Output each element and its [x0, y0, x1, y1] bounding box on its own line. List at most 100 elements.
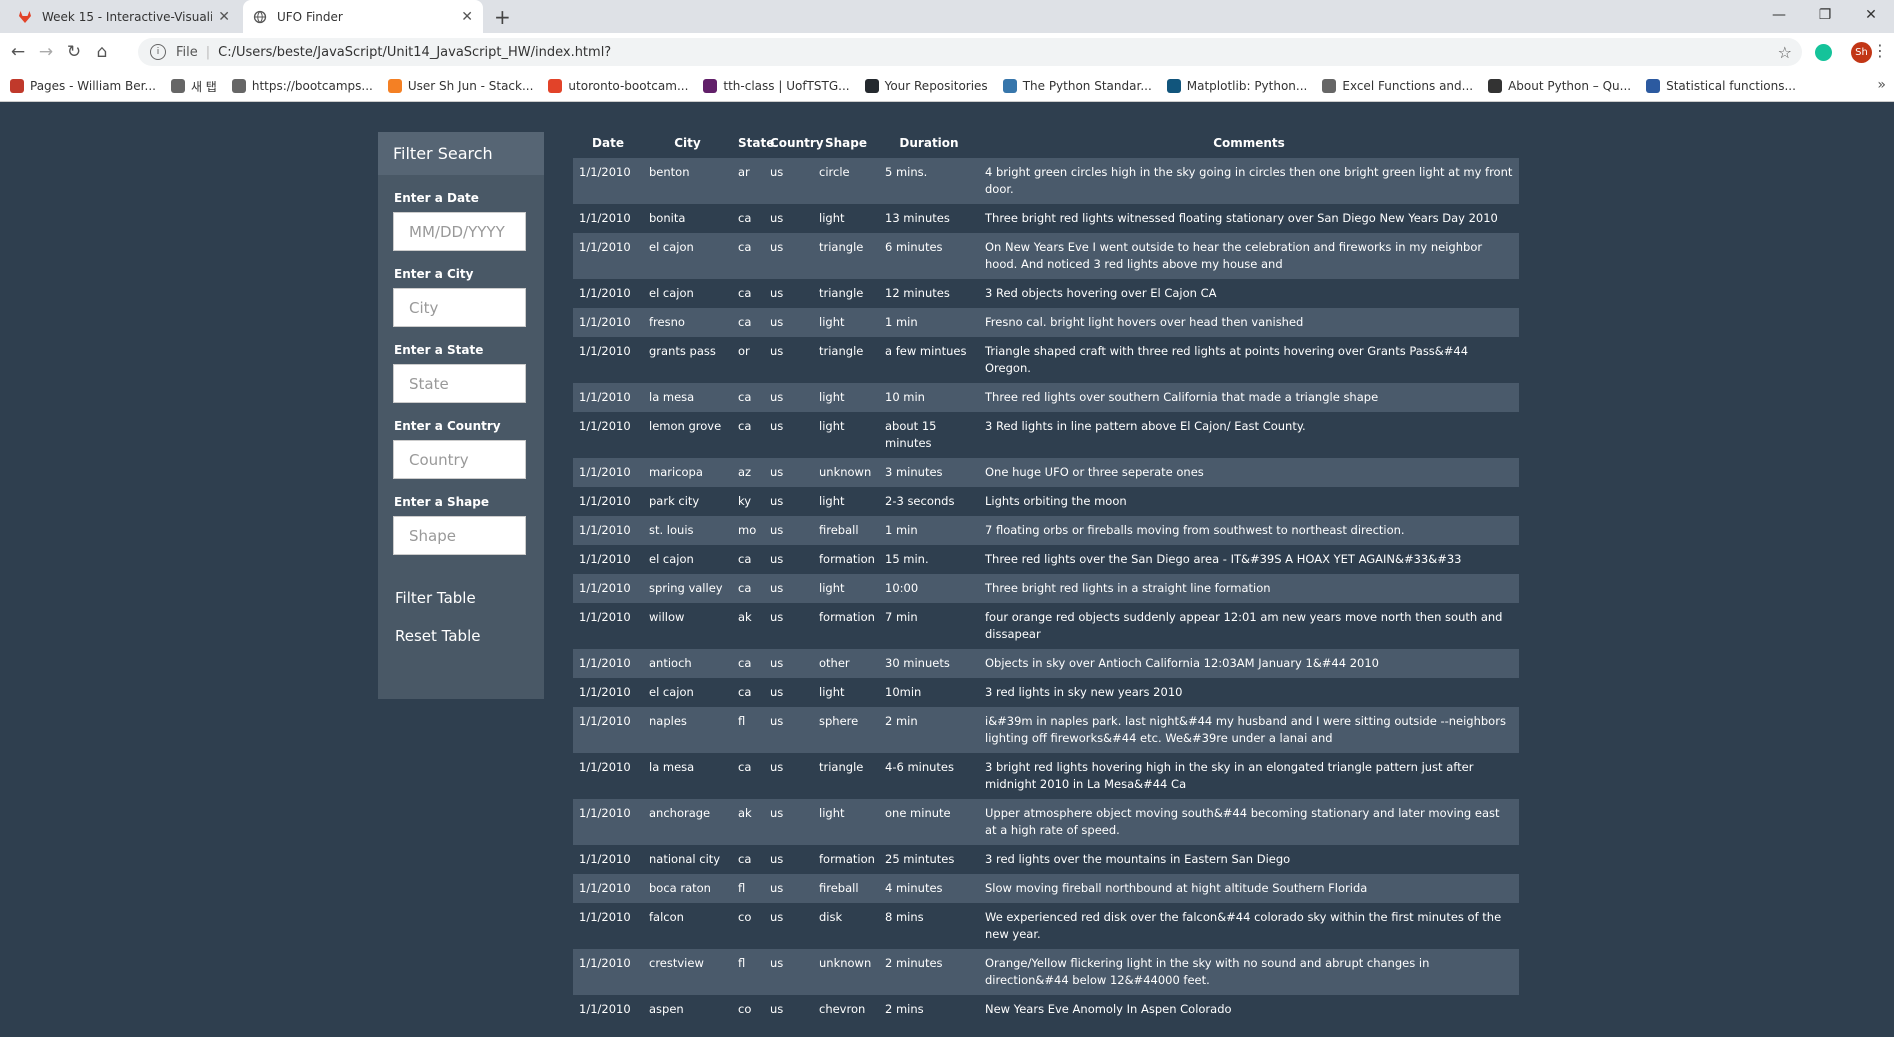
cell-duration: a few mintues [885, 344, 967, 358]
forward-arrow-icon[interactable]: → [32, 42, 60, 62]
profile-avatar[interactable]: Sh [1851, 42, 1872, 63]
shape-input[interactable] [393, 516, 526, 555]
cell-city: grants pass [649, 344, 716, 358]
cell-comments: Three bright red lights witnessed floati… [985, 211, 1498, 225]
close-tab-icon[interactable]: ✕ [218, 9, 230, 25]
cell-shape: formation [819, 552, 875, 566]
back-arrow-icon[interactable]: ← [4, 42, 32, 62]
cell-state: ca [738, 685, 752, 699]
date-input[interactable] [393, 212, 526, 251]
reset-table-button[interactable]: Reset Table [395, 627, 544, 645]
cell-duration: 7 min [885, 610, 918, 624]
browser-tab-strip: Week 15 - Interactive-Visualizatic ✕ UFO… [0, 0, 1894, 33]
menu-dots-icon[interactable]: ⋮ [1872, 41, 1888, 60]
shape-label: Enter a Shape [394, 495, 489, 509]
cell-date: 1/1/2010 [579, 910, 631, 924]
cell-city: lemon grove [649, 419, 722, 433]
cell-country: us [770, 760, 784, 774]
cell-date: 1/1/2010 [579, 956, 631, 970]
home-icon[interactable]: ⌂ [88, 42, 116, 62]
cell-city: el cajon [649, 286, 694, 300]
scipy-icon [1646, 79, 1661, 93]
date-label: Enter a Date [394, 191, 479, 205]
state-input[interactable] [393, 364, 526, 403]
cell-shape: circle [819, 165, 850, 179]
cell-comments: On New Years Eve I went outside to hear … [985, 240, 1483, 271]
table-body: 1/1/2010 benton ar us circle 5 mins. 4 bright … [573, 158, 1519, 1024]
cell-comments: 3 Red lights in line pattern above El Ca… [985, 419, 1306, 433]
cell-state: ak [738, 610, 752, 624]
column-header-duration: Duration [899, 136, 959, 150]
bookmark-label: Your Repositories [884, 79, 988, 93]
cell-comments: Slow moving fireball northbound at hight… [985, 881, 1368, 895]
bookmark-item[interactable]: Pages - William Ber... [10, 79, 156, 93]
bookmarks-bar: Pages - William Ber... 새 탭 https://bootcam… [0, 71, 1894, 102]
info-icon[interactable]: i [150, 44, 166, 60]
cell-shape: light [819, 685, 845, 699]
cell-state: co [738, 1002, 752, 1016]
table-row: 1/1/2010 maricopa az us unknown 3 minutes One … [573, 458, 1519, 487]
cell-shape: light [819, 390, 845, 404]
bookmark-item[interactable]: User Sh Jun - Stack... [387, 79, 534, 93]
globe-icon [1322, 79, 1337, 93]
bookmark-item[interactable]: https://bootcamps... [231, 79, 373, 93]
bookmark-item[interactable]: Matplotlib: Python... [1166, 79, 1307, 93]
cell-date: 1/1/2010 [579, 852, 631, 866]
restore-icon[interactable]: ❐ [1802, 0, 1848, 33]
url-text[interactable]: C:/Users/beste/JavaScript/Unit14_JavaScr… [218, 45, 611, 60]
table-row: 1/1/2010 el cajon ca us light 10min 3 red ligh… [573, 678, 1519, 707]
cell-shape: triangle [819, 760, 864, 774]
bookmark-item[interactable]: utoronto-bootcam... [548, 79, 688, 93]
table-row: 1/1/2010 lemon grove ca us light about 15 min… [573, 412, 1519, 458]
address-bar[interactable]: i File | C:/Users/beste/JavaScript/Unit1… [138, 38, 1802, 66]
bookmark-item[interactable]: Your Repositories [864, 79, 988, 93]
bookmark-item[interactable]: tth-class | UofTSTG... [703, 79, 850, 93]
reload-icon[interactable]: ↻ [60, 42, 88, 62]
table-row: 1/1/2010 national city ca us formation 25 min… [573, 845, 1519, 874]
table-row: 1/1/2010 benton ar us circle 5 mins. 4 bright … [573, 158, 1519, 204]
close-window-icon[interactable]: ✕ [1848, 0, 1894, 33]
cell-country: us [770, 165, 784, 179]
table-row: 1/1/2010 antioch ca us other 30 minuets Object… [573, 649, 1519, 678]
cell-shape: chevron [819, 1002, 866, 1016]
country-input[interactable] [393, 440, 526, 479]
cell-state: ca [738, 315, 752, 329]
cell-comments: Three red lights over southern Californi… [985, 390, 1379, 404]
bookmark-label: The Python Standar... [1022, 79, 1152, 93]
bookmark-star-icon[interactable]: ☆ [1778, 43, 1792, 62]
bookmarks-overflow-icon[interactable]: » [1877, 77, 1886, 93]
cell-state: fl [738, 881, 746, 895]
cell-country: us [770, 685, 784, 699]
city-input[interactable] [393, 288, 526, 327]
grammarly-extension-icon[interactable] [1815, 44, 1832, 61]
filter-table-button[interactable]: Filter Table [395, 589, 544, 607]
bookmark-item[interactable]: About Python – Qu... [1488, 79, 1631, 93]
cell-date: 1/1/2010 [579, 344, 631, 358]
cell-duration: 2 minutes [885, 956, 943, 970]
filter-sidebar: Filter Search Enter a Date Enter a City … [378, 132, 544, 699]
bookmark-label: User Sh Jun - Stack... [407, 79, 534, 93]
tab-week15[interactable]: Week 15 - Interactive-Visualizatic ✕ [8, 0, 240, 33]
cell-country: us [770, 610, 784, 624]
bookmark-item[interactable]: 새 탭 [170, 78, 217, 95]
new-tab-button[interactable]: + [494, 5, 511, 29]
table-row: 1/1/2010 la mesa ca us triangle 4-6 minutes 3 … [573, 753, 1519, 799]
bookmark-label: About Python – Qu... [1508, 79, 1632, 93]
close-tab-icon[interactable]: ✕ [461, 9, 473, 25]
tab-ufo-finder[interactable]: UFO Finder ✕ [243, 0, 483, 33]
url-scheme-label: File [176, 44, 198, 60]
table-row: 1/1/2010 grants pass or us triangle a few min… [573, 337, 1519, 383]
bookmark-item[interactable]: Excel Functions and... [1322, 79, 1473, 93]
cell-state: ca [738, 286, 752, 300]
minimize-icon[interactable]: — [1756, 0, 1802, 33]
tab-title: UFO Finder [277, 9, 343, 24]
cell-duration: 1 min [885, 315, 918, 329]
cell-country: us [770, 390, 784, 404]
cell-date: 1/1/2010 [579, 240, 631, 254]
cell-state: ca [738, 211, 752, 225]
bookmark-item[interactable]: The Python Standar... [1002, 79, 1152, 93]
table-row: 1/1/2010 anchorage ak us light one minute Uppe… [573, 799, 1519, 845]
cell-comments: We experienced red disk over the falcon&… [985, 910, 1502, 941]
bookmark-item[interactable]: Statistical functions... [1646, 79, 1796, 93]
cell-comments: four orange red objects suddenly appear … [985, 610, 1503, 641]
